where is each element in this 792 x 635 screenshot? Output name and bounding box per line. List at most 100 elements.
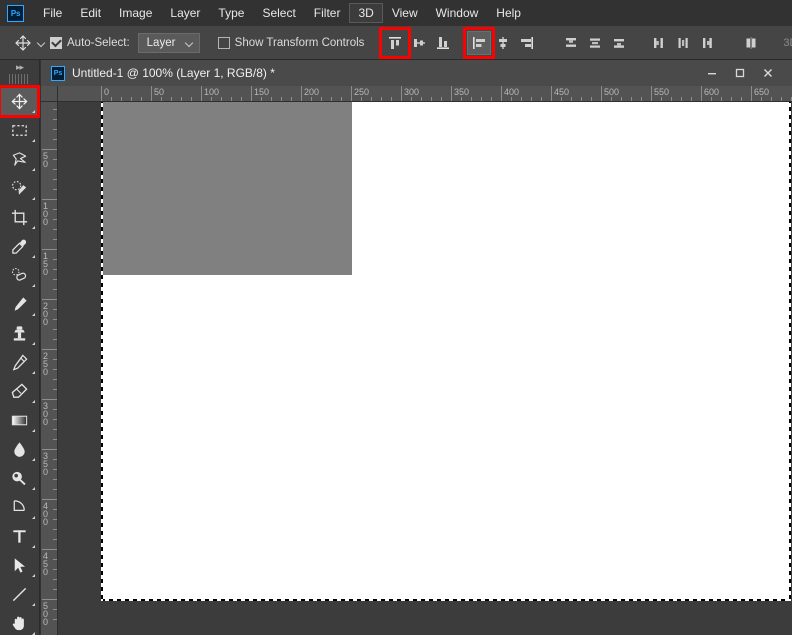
ruler-tick	[711, 97, 712, 101]
distribute-vertical-centers-button[interactable]	[583, 31, 607, 55]
ruler-tick	[53, 169, 57, 170]
align-vertical-centers-button[interactable]	[407, 31, 431, 55]
ruler-label: 350	[454, 87, 470, 97]
clone-stamp-tool[interactable]	[0, 319, 38, 348]
align-bottom-edges-button[interactable]	[431, 31, 455, 55]
menu-item-window[interactable]: Window	[427, 3, 488, 23]
close-button[interactable]	[754, 61, 782, 85]
ruler-tick	[53, 509, 57, 510]
ruler-label: 100	[43, 201, 49, 227]
history-brush-tool[interactable]	[0, 348, 38, 377]
move-tool[interactable]	[0, 85, 40, 118]
spot-healing-brush-tool[interactable]	[0, 261, 38, 290]
ruler-tick	[53, 459, 57, 460]
ruler-tick	[701, 86, 702, 101]
menu-item-help[interactable]: Help	[487, 3, 530, 23]
auto-select-checkbox[interactable]: Auto-Select:	[50, 36, 130, 49]
ruler-tick	[42, 499, 57, 500]
chevron-down-icon[interactable]	[186, 39, 194, 47]
ruler-tick	[211, 97, 212, 101]
distribute-left-edges-button[interactable]	[647, 31, 671, 55]
ruler-label: 450	[554, 87, 570, 97]
ruler-tick	[141, 97, 142, 101]
align-horizontal-centers-button[interactable]	[491, 31, 515, 55]
maximize-button[interactable]	[726, 61, 754, 85]
align-right-edges-button[interactable]	[515, 31, 539, 55]
distribute-top-edges-button[interactable]	[559, 31, 583, 55]
show-transform-controls-box[interactable]	[217, 36, 230, 49]
ruler-tick	[42, 599, 57, 600]
ruler-tick	[631, 97, 632, 101]
hand-tool[interactable]	[0, 609, 38, 635]
ruler-tick	[53, 589, 57, 590]
ruler-tick	[381, 97, 382, 101]
align-to-selection-button[interactable]	[739, 31, 763, 55]
horizontal-ruler[interactable]: 0 50 100 150 200 250 300 350 400 450 500 550 600 650	[58, 86, 792, 102]
crop-tool[interactable]	[0, 203, 38, 232]
ruler-tick	[761, 97, 762, 101]
menu-item-type[interactable]: Type	[209, 3, 253, 23]
tool-flyout-indicator-icon	[32, 255, 35, 258]
ruler-tick	[53, 359, 57, 360]
menu-item-layer[interactable]: Layer	[161, 3, 209, 23]
menu-item-file[interactable]: File	[34, 3, 71, 23]
dodge-tool[interactable]	[0, 464, 38, 493]
ruler-tick	[721, 97, 722, 101]
menu-item-edit[interactable]: Edit	[71, 3, 110, 23]
gradient-tool[interactable]	[0, 406, 38, 435]
menu-item-filter[interactable]: Filter	[305, 3, 350, 23]
ruler-tick	[53, 579, 57, 580]
quick-selection-tool[interactable]	[0, 174, 38, 203]
ruler-tick	[331, 97, 332, 101]
distribute-bottom-edges-button[interactable]	[607, 31, 631, 55]
pen-tool[interactable]	[0, 493, 38, 522]
align-top-edges-button[interactable]	[379, 26, 412, 59]
vertical-ruler[interactable]: 50 100 150 200 250 300 350 400 450 500	[41, 102, 58, 635]
minimize-button[interactable]	[698, 61, 726, 85]
canvas-area[interactable]	[58, 102, 792, 635]
menu-item-view[interactable]: View	[383, 3, 427, 23]
ruler-tick	[42, 199, 57, 200]
tools-panel-grip[interactable]	[9, 74, 30, 84]
eraser-tool[interactable]	[0, 377, 38, 406]
tool-flyout-indicator-icon	[32, 516, 35, 519]
ruler-tick	[53, 289, 57, 290]
ruler-tick	[53, 239, 57, 240]
rectangular-marquee-tool[interactable]	[0, 116, 38, 145]
auto-select-checkbox-box[interactable]	[50, 36, 62, 49]
eyedropper-tool[interactable]	[0, 232, 38, 261]
path-selection-tool[interactable]	[0, 551, 38, 580]
menu-item-select[interactable]: Select	[253, 3, 304, 23]
ruler-tick	[53, 419, 57, 420]
ruler-tick	[53, 189, 57, 190]
ruler-label: 50	[154, 87, 165, 97]
ruler-tick	[411, 97, 412, 101]
menu-item-3d[interactable]: 3D	[349, 3, 383, 23]
ruler-label: 400	[504, 87, 520, 97]
layer-1-rect[interactable]	[101, 102, 352, 275]
distribute-right-edges-button[interactable]	[695, 31, 719, 55]
document-title: Untitled-1 @ 100% (Layer 1, RGB/8) *	[72, 66, 275, 80]
lasso-tool[interactable]	[0, 145, 38, 174]
options-3d-label[interactable]: 3D	[783, 37, 792, 49]
align-left-edges-button[interactable]	[463, 26, 496, 59]
ruler-tick	[53, 139, 57, 140]
show-transform-controls-checkbox[interactable]: Show Transform Controls	[217, 36, 364, 49]
ruler-tick	[311, 97, 312, 101]
distribute-horizontal-centers-button[interactable]	[671, 31, 695, 55]
menu-item-image[interactable]: Image	[110, 3, 161, 23]
horizontal-type-tool[interactable]	[0, 522, 38, 551]
ruler-label: 150	[254, 87, 270, 97]
document-title-bar[interactable]: Ps Untitled-1 @ 100% (Layer 1, RGB/8) *	[41, 60, 792, 86]
tool-flyout-indicator-icon	[32, 284, 35, 287]
line-tool[interactable]	[0, 580, 38, 609]
document-canvas[interactable]	[101, 102, 791, 601]
ruler-tick	[251, 86, 252, 101]
ruler-label: 300	[43, 401, 49, 427]
ruler-tick	[571, 97, 572, 101]
auto-select-scope-dropdown[interactable]: Layer	[137, 32, 200, 53]
tools-collapse-button[interactable]: ▸▸	[0, 60, 39, 74]
brush-tool[interactable]	[0, 290, 38, 319]
ruler-corner[interactable]	[41, 86, 58, 102]
blur-tool[interactable]	[0, 435, 38, 464]
